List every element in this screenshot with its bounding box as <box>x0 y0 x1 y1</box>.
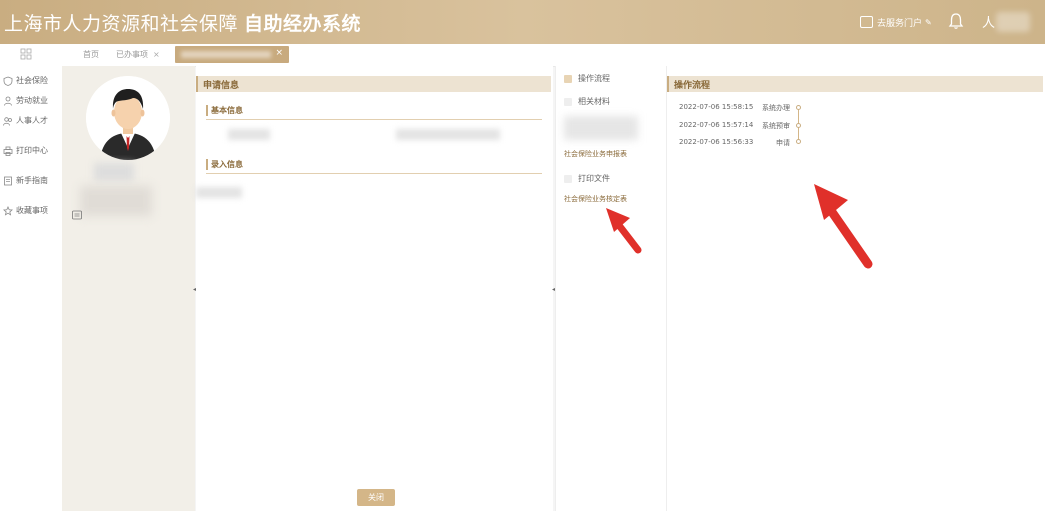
related-materials-label: 相关材料 <box>578 97 610 106</box>
grid-menu-icon[interactable] <box>20 48 32 60</box>
avatar <box>86 76 170 160</box>
close-icon[interactable]: × <box>153 50 160 59</box>
timeline-step: 2022-07-06 15:57:14 系统预审 <box>679 121 790 130</box>
operation-flow-panel: 操作流程 2022-07-06 15:58:15 系统办理 2022-07-06… <box>667 66 1045 511</box>
app-title-sub: 自助经办系统 <box>244 13 362 35</box>
tab-current-label-redacted <box>181 51 271 58</box>
step-time: 2022-07-06 15:56:33 <box>679 138 754 146</box>
sidebar-item-label: 收藏事项 <box>16 206 48 215</box>
id-card-icon <box>72 210 82 220</box>
sidebar-item-guide[interactable]: 新手指南 <box>3 175 48 186</box>
panel-title: 申请信息 <box>203 81 240 91</box>
pencil-icon: ✎ <box>925 17 932 27</box>
materials-redacted <box>564 116 638 140</box>
related-materials-item[interactable]: 相关材料 <box>564 96 610 107</box>
sidebar-item-label: 打印中心 <box>16 146 48 155</box>
sidebar-item-personnel[interactable]: 人事人才 <box>3 115 48 126</box>
tab-completed-label: 已办事项 <box>116 50 148 59</box>
user-avatar-icon[interactable]: 人 <box>982 12 996 31</box>
operation-flow-label: 操作流程 <box>578 74 610 83</box>
print-files-label: 打印文件 <box>578 174 610 183</box>
person-avatar-icon <box>86 76 170 160</box>
field-value-redacted <box>396 129 500 140</box>
user-name-redacted <box>94 163 134 181</box>
step-name: 系统预审 <box>762 122 790 130</box>
close-button[interactable]: 关闭 <box>357 489 395 506</box>
star-icon <box>3 205 13 216</box>
tab-bar: 首页 已办事项 × × <box>0 44 1045 67</box>
materials-panel: 操作流程 相关材料 社会保险业务申报表 打印文件 社会保险业务核定表 <box>555 66 667 511</box>
profile-panel <box>62 66 195 511</box>
user-name-redacted <box>996 12 1030 32</box>
worker-icon <box>4 96 12 106</box>
app-title-main: 上海市人力资源和社会保障 <box>4 13 239 35</box>
tab-home[interactable]: 首页 <box>83 49 99 60</box>
section-entry-info: 录入信息 <box>206 159 243 170</box>
user-id-redacted <box>80 186 152 216</box>
timeline-step: 2022-07-06 15:56:33 申请 <box>679 138 790 147</box>
application-form-link[interactable]: 社会保险业务申报表 <box>564 149 627 159</box>
sidebar-item-print-center[interactable]: 打印中心 <box>3 145 48 156</box>
step-time: 2022-07-06 15:58:15 <box>679 103 754 111</box>
portal-icon <box>860 16 873 28</box>
step-time: 2022-07-06 15:57:14 <box>679 121 754 129</box>
sidebar-item-social-insurance[interactable]: 社会保险 <box>3 75 48 86</box>
timeline-dot <box>796 139 801 144</box>
step-name: 系统办理 <box>762 104 790 112</box>
printer-icon <box>564 174 572 183</box>
people-icon <box>3 116 12 126</box>
sidebar-item-label: 社会保险 <box>16 76 48 85</box>
app-title: 上海市人力资源和社会保障 自助经办系统 <box>4 9 361 36</box>
application-info-header: 申请信息 <box>196 76 551 92</box>
printer-icon <box>3 146 13 156</box>
tab-current[interactable]: × <box>175 46 289 63</box>
operation-flow-header: 操作流程 <box>667 76 1043 92</box>
print-files-item[interactable]: 打印文件 <box>564 173 610 184</box>
shield-icon <box>3 76 13 86</box>
app-header: 上海市人力资源和社会保障 自助经办系统 去服务门户 ✎ 人 <box>0 0 1045 44</box>
step-name: 申请 <box>776 139 790 147</box>
sidebar-item-label: 人事人才 <box>16 116 48 125</box>
section-divider <box>206 173 542 174</box>
timeline-step: 2022-07-06 15:58:15 系统办理 <box>679 103 790 112</box>
sidebar-item-label: 新手指南 <box>16 176 48 185</box>
timeline-dot <box>796 105 801 110</box>
application-info-panel: 申请信息 基本信息 录入信息 关闭 <box>196 66 553 511</box>
sidebar: 社会保险 劳动就业 人事人才 打印中心 新手指南 收藏事项 <box>0 66 63 511</box>
section-basic-info: 基本信息 <box>206 105 243 116</box>
operation-flow-item[interactable]: 操作流程 <box>564 73 610 84</box>
tab-home-label: 首页 <box>83 50 99 59</box>
section-divider <box>206 119 542 120</box>
annotation-arrow-icon <box>606 208 642 254</box>
portal-label: 去服务门户 <box>877 18 923 29</box>
flow-icon <box>564 74 572 83</box>
tab-completed[interactable]: 已办事项 × <box>116 49 160 60</box>
sidebar-item-favorites[interactable]: 收藏事项 <box>3 205 48 216</box>
folder-icon <box>564 97 572 106</box>
sidebar-item-label: 劳动就业 <box>16 96 48 105</box>
sidebar-item-employment[interactable]: 劳动就业 <box>3 95 48 106</box>
field-value-redacted <box>196 187 242 198</box>
service-portal-button[interactable]: 去服务门户 ✎ <box>860 14 932 30</box>
timeline-dot <box>796 123 801 128</box>
annotation-arrow-icon <box>814 184 873 269</box>
field-value-redacted <box>228 129 270 140</box>
panel-title: 操作流程 <box>674 81 711 91</box>
guide-icon <box>4 176 12 185</box>
bell-icon[interactable] <box>948 12 964 30</box>
close-icon[interactable]: × <box>275 48 283 58</box>
